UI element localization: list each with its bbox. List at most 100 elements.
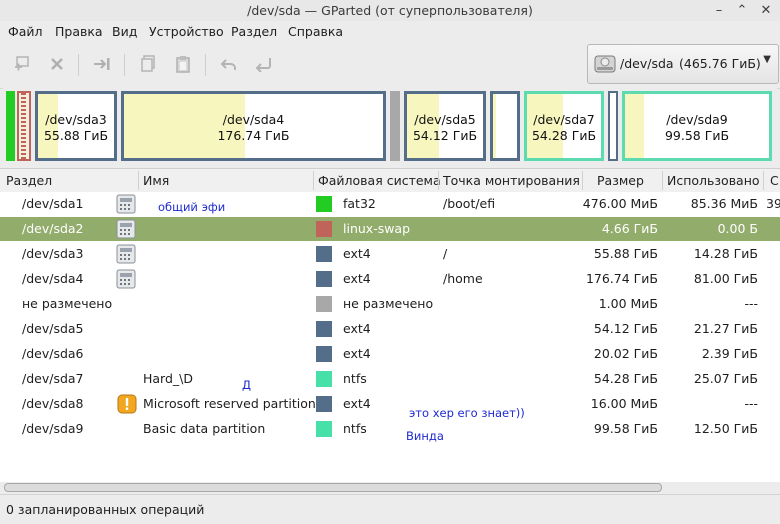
paste-icon[interactable] [170, 50, 196, 78]
cell-partition: /dev/sda6 [22, 346, 84, 361]
apply-icon[interactable] [251, 50, 277, 78]
column-filesystem[interactable]: Файловая система [318, 173, 441, 188]
cell-name: Basic data partition [143, 421, 266, 436]
column-mountpoint[interactable]: Точка монтирования [443, 173, 580, 188]
menu-view[interactable]: Вид [112, 24, 137, 39]
table-row[interactable]: /dev/sda5 ext4 54.12 ГиБ 21.27 ГиБ [0, 317, 780, 341]
cell-partition: не размечено [22, 296, 113, 311]
diskmap-size: 54.28 ГиБ [531, 128, 597, 143]
cell-partition: /dev/sda9 [22, 421, 84, 436]
diskmap-label: /dev/sda7 [533, 112, 595, 127]
diskmap-part-sda2[interactable] [17, 91, 31, 161]
fs-color-swatch [316, 321, 332, 337]
diskmap-part-unallocated[interactable] [390, 91, 400, 161]
cell-used: --- [744, 396, 758, 411]
cell-size: 1.00 МиБ [598, 296, 658, 311]
diskmap-size: 54.12 ГиБ [412, 128, 478, 143]
diskmap-label: /dev/sda4 [222, 112, 285, 127]
device-name: /dev/sda [620, 56, 674, 71]
cell-size: 54.12 ГиБ [593, 321, 658, 336]
delete-icon[interactable] [44, 50, 70, 78]
resize-move-icon[interactable] [89, 50, 115, 78]
lock-icon [116, 269, 136, 289]
copy-icon[interactable] [135, 50, 161, 78]
cell-partition: /dev/sda1 [22, 196, 84, 211]
diskmap-part-sda6[interactable] [490, 91, 520, 161]
device-selector[interactable]: /dev/sda (465.76 ГиБ) ▼ [587, 44, 779, 84]
cell-size: 176.74 ГиБ [585, 271, 658, 286]
cell-partition: /dev/sda3 [22, 246, 84, 261]
warning-icon [117, 394, 137, 414]
minimize-icon[interactable]: – [710, 2, 728, 20]
diskmap-label: /dev/sda9 [666, 112, 728, 127]
cell-partition: /dev/sda5 [22, 321, 84, 336]
chevron-down-icon: ▼ [763, 54, 771, 65]
menu-edit[interactable]: Правка [55, 24, 103, 39]
cell-partition: /dev/sda7 [22, 371, 84, 386]
diskmap-part-sda8[interactable] [608, 91, 618, 161]
title-bar: /dev/sda — GParted (от суперпользователя… [0, 0, 780, 21]
cell-used: 0.00 Б [717, 221, 758, 236]
menu-partition[interactable]: Раздел [231, 24, 277, 39]
diskmap-part-sda1[interactable] [6, 91, 15, 161]
table-row[interactable]: /dev/sda4 ext4 /home 176.74 ГиБ 81.00 Ги… [0, 267, 780, 291]
close-icon[interactable]: ✕ [757, 2, 775, 20]
table-row[interactable]: /dev/sda6 ext4 20.02 ГиБ 2.39 ГиБ [0, 342, 780, 366]
harddisk-icon [594, 55, 616, 73]
cell-filesystem: linux-swap [343, 221, 411, 236]
annotation-d: Д [242, 378, 251, 392]
cell-partition: /dev/sda2 [22, 221, 84, 236]
cell-used: 85.36 МиБ [690, 196, 758, 211]
diskmap-size: 176.74 ГиБ [217, 128, 290, 143]
menu-help[interactable]: Справка [288, 24, 343, 39]
diskmap-part-sda3[interactable]: /dev/sda3 55.88 ГиБ [35, 91, 117, 161]
column-partition[interactable]: Раздел [6, 173, 52, 188]
menu-device[interactable]: Устройство [149, 24, 224, 39]
horizontal-scrollbar[interactable] [4, 483, 662, 492]
disk-map: /dev/sda3 55.88 ГиБ /dev/sda4 176.74 ГиБ… [3, 88, 777, 166]
cell-filesystem: ext4 [343, 396, 371, 411]
column-used[interactable]: Использовано [667, 173, 760, 188]
cell-used: 81.00 ГиБ [693, 271, 758, 286]
cell-partition: /dev/sda8 [22, 396, 84, 411]
cell-mountpoint: / [443, 246, 448, 261]
diskmap-part-sda4[interactable]: /dev/sda4 176.74 ГиБ [121, 91, 386, 161]
undo-icon[interactable] [216, 50, 242, 78]
cell-used: 21.27 ГиБ [693, 321, 758, 336]
new-partition-icon[interactable] [9, 50, 35, 78]
cell-partition: /dev/sda4 [22, 271, 84, 286]
device-size: (465.76 ГиБ) [679, 56, 761, 71]
table-row[interactable]: не размечено не размечено 1.00 МиБ --- [0, 292, 780, 316]
diskmap-size: 99.58 ГиБ [664, 128, 730, 143]
annotation-unknown: это хер его знает)) [409, 406, 525, 420]
diskmap-part-sda5[interactable]: /dev/sda5 54.12 ГиБ [404, 91, 486, 161]
table-row[interactable]: /dev/sda3 ext4 / 55.88 ГиБ 14.28 ГиБ [0, 242, 780, 266]
cell-filesystem: ntfs [343, 421, 367, 436]
table-row[interactable]: /dev/sda7 Hard_\D ntfs 54.28 ГиБ 25.07 Г… [0, 367, 780, 391]
diskmap-part-sda7[interactable]: /dev/sda7 54.28 ГиБ [524, 91, 604, 161]
cell-used: 12.50 ГиБ [693, 421, 758, 436]
table-row[interactable]: /dev/sda9 Basic data partition ntfs 99.5… [0, 417, 780, 441]
table-row[interactable]: /dev/sda8 Microsoft reserved partition e… [0, 392, 780, 416]
column-name[interactable]: Имя [143, 173, 169, 188]
fs-color-swatch [316, 246, 332, 262]
diskmap-part-sda9[interactable]: /dev/sda9 99.58 ГиБ [622, 91, 772, 161]
menu-file[interactable]: Файл [8, 24, 43, 39]
cell-name: Microsoft reserved partition [143, 396, 316, 411]
table-row-selected[interactable]: /dev/sda2 linux-swap 4.66 ГиБ 0.00 Б [0, 217, 780, 241]
partition-table: /dev/sda1 fat32 /boot/efi 476.00 МиБ 85.… [0, 192, 780, 482]
window-title: /dev/sda — GParted (от суперпользователя… [247, 3, 533, 18]
column-unused[interactable]: С [770, 173, 779, 188]
cell-filesystem: ext4 [343, 321, 371, 336]
table-row[interactable]: /dev/sda1 fat32 /boot/efi 476.00 МиБ 85.… [0, 192, 780, 216]
column-size[interactable]: Размер [597, 173, 644, 188]
menu-bar: Файл Правка Вид Устройство Раздел Справк… [0, 21, 780, 42]
cell-used: 14.28 ГиБ [693, 246, 758, 261]
toolbar-separator [124, 54, 125, 76]
maximize-icon[interactable]: ⌃ [733, 2, 751, 20]
annotation-windows: Винда [406, 429, 444, 443]
cell-filesystem: fat32 [343, 196, 376, 211]
diskmap-size: 55.88 ГиБ [43, 128, 109, 143]
cell-size: 20.02 ГиБ [593, 346, 658, 361]
lock-icon [116, 194, 136, 214]
